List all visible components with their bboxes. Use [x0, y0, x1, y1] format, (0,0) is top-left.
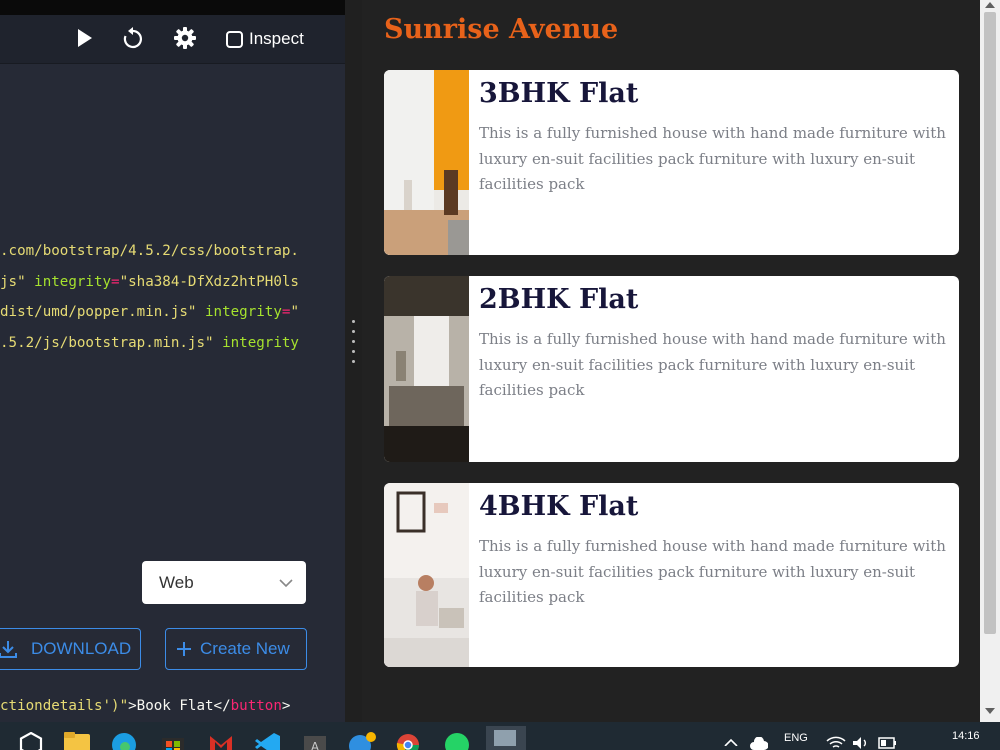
code-token: =	[111, 273, 120, 290]
card-title: 3BHK Flat	[479, 78, 639, 109]
code-token: integrity	[25, 273, 112, 290]
editor-toolbar: Inspect	[0, 15, 345, 64]
gmail-icon[interactable]	[208, 732, 234, 750]
browser-update-icon[interactable]	[348, 732, 378, 750]
pane-splitter[interactable]	[345, 0, 362, 722]
download-icon	[0, 641, 17, 658]
code-line-bottom: ctiondetails')">Book Flat</button>	[0, 694, 290, 718]
card-description: This is a fully furnished house with han…	[479, 537, 946, 606]
code-line: dist/umd/popper.min.js" integrity="	[0, 297, 345, 328]
vscode-icon[interactable]	[255, 732, 281, 750]
flat-card[interactable]: 4BHK Flat This is a fully furnished hous…	[384, 483, 959, 667]
code-token: integrity	[196, 304, 282, 320]
code-token: .5.2/js/bootstrap.min.js"	[0, 334, 214, 351]
cloud-icon[interactable]	[750, 737, 768, 750]
editor-pane: Inspect .com/bootstrap/4.5.2/css/bootstr…	[0, 0, 345, 722]
editor-top-strip	[0, 0, 345, 15]
edge-browser-icon[interactable]	[111, 732, 137, 750]
code-token: integrity	[213, 334, 299, 351]
card-description: This is a fully furnished house with han…	[479, 330, 946, 399]
code-line: .com/bootstrap/4.5.2/css/bootstrap.	[0, 236, 345, 267]
store-icon[interactable]	[160, 732, 186, 750]
gear-icon[interactable]	[173, 26, 197, 50]
flat-photo-2bhk	[384, 276, 469, 462]
volume-icon[interactable]	[852, 736, 870, 750]
inspect-label: Inspect	[249, 29, 304, 48]
code-token: "sha384-DfXdz2htPH0ls	[119, 273, 299, 290]
app-icon-hexagon[interactable]	[19, 732, 43, 750]
code-token: >	[281, 698, 291, 714]
code-line: js" integrity="sha384-DfXdz2htPH0ls	[0, 267, 345, 298]
code-token: "	[290, 304, 299, 320]
card-title: 2BHK Flat	[479, 284, 639, 315]
splitter-grip-dot	[352, 350, 355, 353]
download-button[interactable]: DOWNLOAD	[0, 628, 141, 670]
view-mode-select[interactable]: Web	[142, 561, 306, 604]
plus-icon	[177, 642, 191, 656]
taskbar: A ENG 14:16	[0, 722, 1000, 750]
splitter-grip-dot	[352, 330, 355, 333]
page-title: Sunrise Avenue	[384, 14, 619, 45]
splitter-grip-dot	[352, 360, 355, 363]
flat-card[interactable]: 3BHK Flat This is a fully furnished hous…	[384, 70, 959, 255]
code-token: >Book Flat</	[128, 698, 231, 714]
chevron-up-icon[interactable]	[724, 738, 738, 746]
code-token: .com/bootstrap/4.5.2/css/bootstrap.	[0, 243, 299, 259]
language-indicator[interactable]: ENG	[784, 732, 808, 744]
font-app-icon[interactable]: A	[303, 732, 327, 750]
code-token: button	[230, 698, 282, 714]
code-token: ctiondetails')"	[0, 698, 129, 714]
battery-icon[interactable]	[878, 736, 898, 750]
preview-pane: Sunrise Avenue 3BHK Flat This is a fully…	[362, 0, 980, 722]
code-token: js"	[0, 273, 26, 290]
code-line: .5.2/js/bootstrap.min.js" integrity	[0, 328, 345, 359]
scrollbar-thumb[interactable]	[984, 12, 996, 634]
scroll-up-arrow-icon[interactable]	[985, 2, 995, 8]
splitter-grip-dot	[352, 320, 355, 323]
splitter-grip-dot	[352, 340, 355, 343]
refresh-icon[interactable]	[121, 26, 145, 50]
wifi-icon[interactable]	[826, 736, 846, 750]
file-explorer-icon[interactable]	[64, 732, 90, 750]
flat-card[interactable]: 2BHK Flat This is a fully furnished hous…	[384, 276, 959, 462]
code-editor[interactable]: .com/bootstrap/4.5.2/css/bootstrap. js" i…	[0, 236, 345, 358]
view-mode-value: Web	[159, 572, 194, 592]
whatsapp-icon[interactable]	[444, 732, 470, 750]
card-title: 4BHK Flat	[479, 491, 639, 522]
flat-photo-3bhk	[384, 70, 469, 255]
code-token: dist/umd/popper.min.js"	[0, 304, 197, 320]
create-new-button[interactable]: Create New	[165, 628, 307, 670]
clock-time[interactable]: 14:16	[952, 730, 980, 742]
download-label: DOWNLOAD	[31, 639, 132, 658]
svg-text:A: A	[311, 740, 320, 750]
card-description: This is a fully furnished house with han…	[479, 124, 946, 193]
inspect-checkbox-icon	[226, 30, 243, 48]
play-icon[interactable]	[72, 26, 96, 50]
flat-photo-4bhk	[384, 483, 469, 667]
create-new-label: Create New	[200, 639, 290, 658]
scroll-down-arrow-icon[interactable]	[985, 708, 995, 714]
inspect-toggle[interactable]: Inspect	[226, 26, 304, 52]
chrome-icon[interactable]	[396, 732, 424, 750]
preview-scrollbar[interactable]	[980, 0, 1000, 722]
chevron-down-icon	[279, 579, 293, 588]
active-app-icon[interactable]	[486, 726, 526, 750]
